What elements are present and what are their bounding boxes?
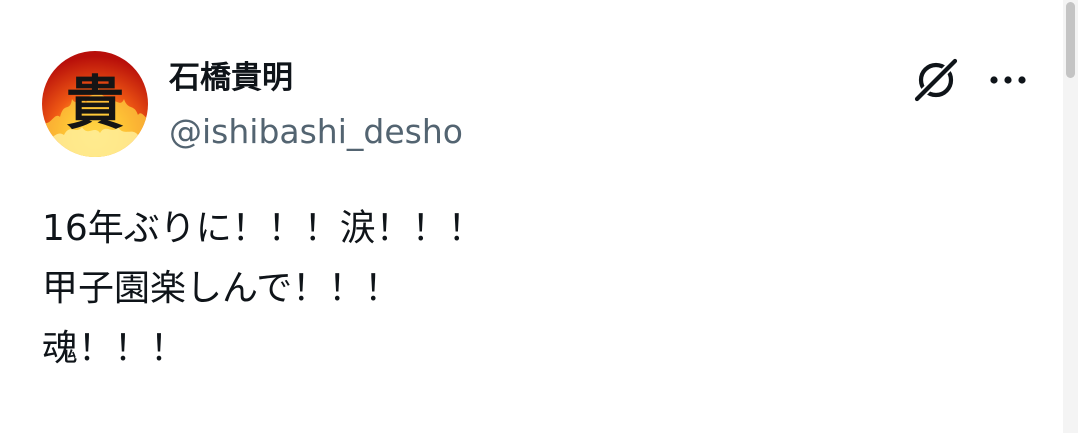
grok-icon [913,57,959,103]
flame-kanji-avatar-icon: 貴 [42,51,148,157]
vertical-scrollbar[interactable] [1063,0,1078,433]
author-avatar[interactable]: 貴 [42,51,148,157]
scrollbar-thumb[interactable] [1066,2,1075,78]
author-handle[interactable]: @ishibashi_desho [169,110,463,154]
tweet-line: 魂！！！ [42,328,187,369]
avatar-kanji: 貴 [66,69,124,137]
author-display-name[interactable]: 石橋貴明 [169,58,293,98]
tweet-line: 16年ぶりに！！！涙！！！ [42,208,484,249]
tweet-card: 貴 石橋貴明 @ishibashi_desho 16年ぶりに！！！涙！！！ 甲子… [0,0,1078,433]
tweet-line: 甲子園楽しんで！！！ [42,268,401,309]
tweet-text: 16年ぶりに！！！涙！！！ 甲子園楽しんで！！！ 魂！！！ [42,199,1022,379]
more-options-button[interactable] [982,60,1034,100]
grok-button[interactable] [910,54,962,106]
more-options-icon [990,76,1026,84]
